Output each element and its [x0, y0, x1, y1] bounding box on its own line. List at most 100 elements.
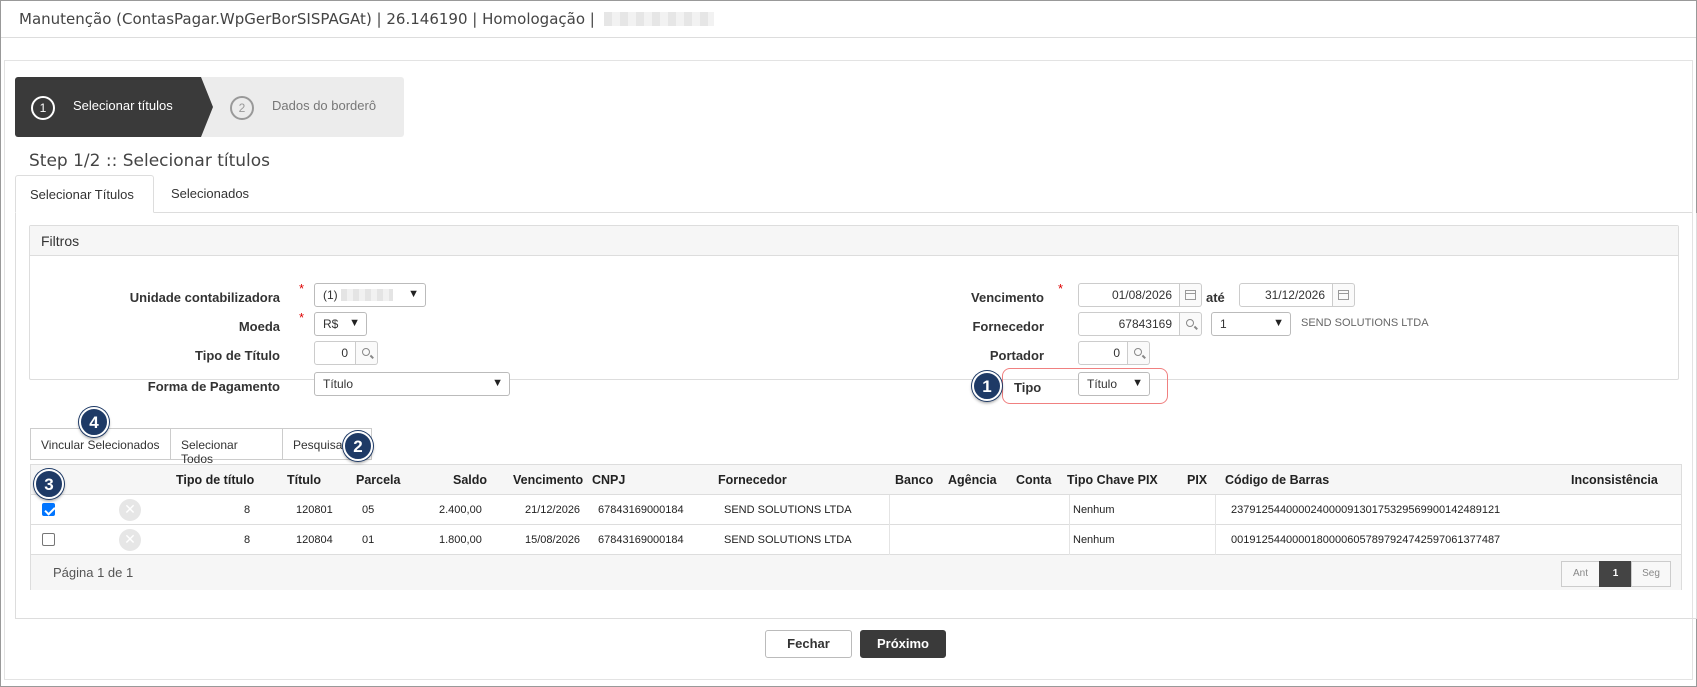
- fornecedor-name: SEND SOLUTIONS LTDA: [1301, 317, 1429, 329]
- chevron-down-icon: ▼: [1132, 377, 1143, 389]
- calendar-icon: [1338, 290, 1349, 300]
- fechar-button[interactable]: Fechar: [765, 630, 852, 658]
- row-checkbox[interactable]: [42, 503, 55, 516]
- tab-selecionar-titulos[interactable]: Selecionar Títulos: [15, 175, 154, 213]
- chevron-down-icon: ▼: [1273, 317, 1284, 329]
- callout-badge-2: 2: [343, 431, 373, 461]
- forma-pagamento-label: Forma de Pagamento: [147, 379, 280, 394]
- selecionar-todos-button[interactable]: Selecionar Todos: [170, 428, 283, 466]
- required-marker: *: [299, 310, 305, 325]
- step-label-2: Dados do borderô: [272, 98, 377, 113]
- cell-codigo-barras: 2379125440000240000913017532956990014248…: [1231, 504, 1501, 516]
- redacted-text: [603, 12, 714, 26]
- tipo-select[interactable]: Título ▼: [1078, 372, 1150, 396]
- search-icon: [1186, 319, 1194, 327]
- wizard-step-1[interactable]: 1 Selecionar títulos: [15, 77, 201, 137]
- portador-label: Portador: [989, 348, 1044, 363]
- fornecedor-search-button[interactable]: [1180, 312, 1202, 336]
- column-divider: [1215, 495, 1216, 555]
- ate-label: até: [1206, 290, 1225, 305]
- cell-parcela: 05: [362, 504, 375, 516]
- row-checkbox[interactable]: [42, 533, 55, 546]
- tab-bar: Selecionar Títulos Selecionados: [15, 175, 1692, 213]
- cell-parcela: 01: [362, 534, 375, 546]
- col-pix: PIX: [1187, 473, 1208, 487]
- redacted-text: [341, 289, 394, 301]
- vencimento-de-calendar-button[interactable]: [1180, 283, 1202, 307]
- cell-fornecedor: SEND SOLUTIONS LTDA: [724, 534, 852, 546]
- proximo-button[interactable]: Próximo: [860, 630, 946, 658]
- pager-prev-button[interactable]: Ant: [1561, 561, 1600, 587]
- cell-tipo: 8: [244, 504, 251, 516]
- search-icon: [362, 348, 370, 356]
- calendar-icon: [1185, 290, 1196, 300]
- chevron-down-icon: ▼: [492, 377, 503, 389]
- col-banco: Banco: [895, 473, 934, 487]
- chevron-down-icon: ▼: [349, 317, 360, 329]
- cell-cnpj: 67843169000184: [598, 534, 684, 546]
- window-title: Manutenção (ContasPagar.WpGerBorSISPAGAt…: [19, 10, 595, 28]
- step-heading: Step 1/2 :: Selecionar títulos: [29, 151, 271, 171]
- table-row[interactable]: ✕ 8 120804 01 1.800,00 15/08/2026 678431…: [31, 525, 1681, 555]
- col-agencia: Agência: [948, 473, 997, 487]
- tipo-value: Título: [1087, 377, 1118, 391]
- step-number-2: 2: [230, 96, 254, 120]
- column-divider: [1069, 495, 1070, 555]
- table-footer: Página 1 de 1 Ant 1 Seg: [31, 555, 1681, 590]
- portador-search-button[interactable]: [1128, 341, 1150, 365]
- tipo-label: Tipo: [1014, 380, 1042, 395]
- moeda-label: Moeda: [238, 319, 280, 334]
- filters-title: Filtros: [30, 226, 1678, 256]
- cell-tipo-chave: Nenhum: [1073, 534, 1115, 546]
- vencimento-label: Vencimento: [971, 290, 1044, 305]
- tipo-titulo-search-button[interactable]: [356, 341, 378, 365]
- table-header: Tipo de título Título Parcela Saldo Venc…: [31, 465, 1681, 495]
- column-divider: [889, 495, 890, 555]
- remove-icon[interactable]: ✕: [119, 499, 141, 521]
- search-icon: [1134, 348, 1142, 356]
- moeda-value: R$: [323, 317, 339, 331]
- col-titulo: Título: [287, 473, 322, 487]
- col-codigo-barras: Código de Barras: [1225, 473, 1330, 487]
- fornecedor-code-input[interactable]: 67843169: [1078, 312, 1180, 336]
- tipo-titulo-input[interactable]: 0: [314, 341, 356, 365]
- col-tipo-titulo: Tipo de título: [176, 473, 255, 487]
- portador-input[interactable]: 0: [1078, 341, 1128, 365]
- step-number-1: 1: [31, 96, 55, 120]
- col-conta: Conta: [1016, 473, 1052, 487]
- col-vencimento: Vencimento: [513, 473, 584, 487]
- fornecedor-loja-select[interactable]: 1 ▼: [1211, 312, 1291, 336]
- required-marker: *: [1058, 281, 1064, 296]
- callout-badge-3: 3: [34, 469, 64, 499]
- cell-titulo: 120804: [296, 534, 333, 546]
- step-label-1: Selecionar títulos: [73, 98, 173, 113]
- cell-vencimento: 15/08/2026: [525, 534, 581, 546]
- col-tipo-chave-pix: Tipo Chave PIX: [1067, 473, 1158, 487]
- callout-badge-4: 4: [79, 407, 109, 437]
- unidade-select[interactable]: (1) ▼: [314, 283, 426, 307]
- col-saldo: Saldo: [453, 473, 488, 487]
- table-row[interactable]: ✕ 8 120801 05 2.400,00 21/12/2026 678431…: [31, 495, 1681, 525]
- cell-cnpj: 67843169000184: [598, 504, 684, 516]
- required-marker: *: [299, 281, 305, 296]
- cell-titulo: 120801: [296, 504, 333, 516]
- vencimento-ate-calendar-button[interactable]: [1333, 283, 1355, 307]
- pager-current-page[interactable]: 1: [1599, 561, 1632, 587]
- col-inconsistencia: Inconsistência: [1571, 473, 1658, 487]
- wizard-steps: 1 Selecionar títulos 2 Dados do borderô: [15, 77, 404, 137]
- cell-tipo: 8: [244, 534, 251, 546]
- unidade-value: (1): [323, 288, 338, 302]
- cell-tipo-chave: Nenhum: [1073, 504, 1115, 516]
- remove-icon[interactable]: ✕: [119, 529, 141, 551]
- vencimento-ate-input[interactable]: 31/12/2026: [1239, 283, 1333, 307]
- callout-badge-1: 1: [972, 371, 1002, 401]
- vencimento-de-input[interactable]: 01/08/2026: [1078, 283, 1180, 307]
- pager-next-button[interactable]: Seg: [1631, 561, 1671, 587]
- tab-selecionados[interactable]: Selecionados: [157, 175, 263, 213]
- moeda-select[interactable]: R$ ▼: [314, 312, 367, 336]
- col-cnpj: CNPJ: [592, 473, 626, 487]
- fornecedor-loja-value: 1: [1220, 317, 1227, 331]
- titles-table: Tipo de título Título Parcela Saldo Venc…: [30, 464, 1682, 590]
- unidade-label: Unidade contabilizadora: [129, 290, 280, 305]
- forma-pagamento-select[interactable]: Título ▼: [314, 372, 510, 396]
